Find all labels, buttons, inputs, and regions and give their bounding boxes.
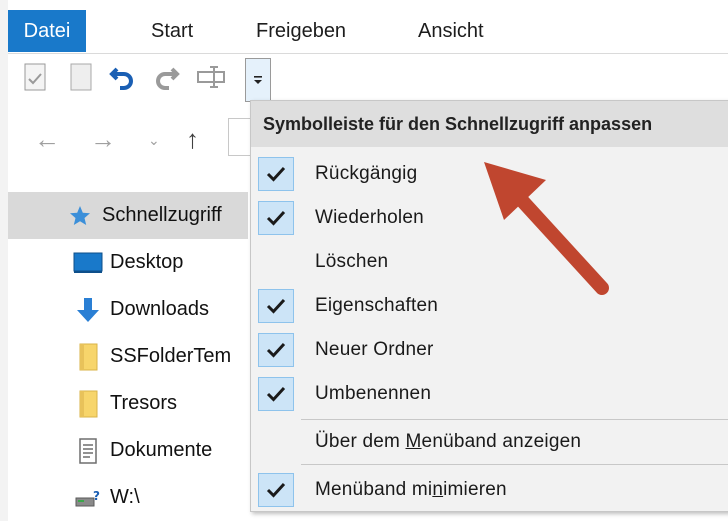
address-box[interactable] xyxy=(228,118,251,156)
quick-access-toolbar xyxy=(8,54,728,104)
menu-item-minimize-ribbon[interactable]: Menüband minimieren xyxy=(251,468,728,511)
nav-item-label: Tresors xyxy=(110,392,178,414)
menu-item-label: Wiederholen xyxy=(315,207,424,228)
documents-icon xyxy=(72,435,104,467)
tab-freigeben[interactable]: Freigeben xyxy=(238,10,364,52)
recent-locations-icon[interactable]: ⌄ xyxy=(148,132,160,149)
nav-item-dokumente[interactable]: Dokumente xyxy=(8,427,248,474)
menu-item-label: Über dem Menüband anzeigen xyxy=(315,431,582,452)
checkmark-icon xyxy=(258,473,294,507)
redo-icon[interactable] xyxy=(151,62,181,92)
checkmark-icon xyxy=(258,333,294,367)
checkmark-icon xyxy=(258,201,294,235)
nav-item-downloads[interactable]: Downloads xyxy=(8,286,248,333)
back-icon[interactable]: ← xyxy=(34,124,60,155)
window-left-edge xyxy=(0,0,8,521)
nav-item-tresors[interactable]: Tresors xyxy=(8,380,248,427)
menu-item-label: Löschen xyxy=(315,251,389,272)
menu-separator xyxy=(301,464,728,465)
ribbon-tabs: Datei Start Freigeben Ansicht xyxy=(8,0,728,54)
rename-icon[interactable] xyxy=(196,62,226,92)
network-drive-icon: ? xyxy=(72,482,104,514)
nav-item-schnellzugriff[interactable]: Schnellzugriff xyxy=(8,192,248,239)
nav-item-ssfoldertem[interactable]: SSFolderTem xyxy=(8,333,248,380)
tab-datei[interactable]: Datei xyxy=(8,10,86,52)
svg-text:?: ? xyxy=(93,489,100,503)
checkmark-icon xyxy=(258,377,294,411)
menu-title: Symbolleiste für den Schnellzugriff anpa… xyxy=(251,101,728,147)
download-icon xyxy=(72,294,104,326)
nav-item-label: SSFolderTem xyxy=(110,345,232,367)
menu-item-label: Eigenschaften xyxy=(315,295,439,316)
menu-item-label: Neuer Ordner xyxy=(315,339,434,360)
nav-item-desktop[interactable]: Desktop xyxy=(8,239,248,286)
forward-icon[interactable]: → xyxy=(90,124,116,155)
folder-icon xyxy=(72,388,104,420)
menu-item-neuer-ordner[interactable]: Neuer Ordner xyxy=(251,328,728,372)
nav-item-label: Downloads xyxy=(110,298,209,320)
star-icon xyxy=(64,200,96,232)
customize-dropdown-icon[interactable] xyxy=(245,58,271,102)
undo-icon[interactable] xyxy=(108,62,138,92)
navigation-pane: Schnellzugriff Desktop Downloads SSFolde… xyxy=(8,168,248,521)
folder-icon xyxy=(72,341,104,373)
desktop-icon xyxy=(72,247,104,279)
menu-item-show-above-ribbon[interactable]: Über dem Menüband anzeigen xyxy=(251,420,728,464)
tab-ansicht[interactable]: Ansicht xyxy=(400,10,502,52)
nav-item-w-drive[interactable]: ? W:\ xyxy=(8,474,248,521)
nav-item-label: Desktop xyxy=(110,251,184,273)
nav-item-label: W:\ xyxy=(110,486,140,508)
up-icon[interactable]: ↑ xyxy=(186,124,199,155)
menu-item-label: Rückgängig xyxy=(315,163,418,184)
checkmark-icon xyxy=(258,289,294,323)
annotation-arrow-icon xyxy=(484,162,609,295)
nav-item-label: Schnellzugriff xyxy=(102,204,222,226)
checkmark-icon xyxy=(258,157,294,191)
properties-icon[interactable] xyxy=(20,62,50,92)
tab-start[interactable]: Start xyxy=(133,10,211,52)
new-folder-icon[interactable] xyxy=(66,62,96,92)
menu-item-label: Menüband minimieren xyxy=(315,479,507,500)
menu-item-umbenennen[interactable]: Umbenennen xyxy=(251,372,728,416)
menu-item-label: Umbenennen xyxy=(315,383,432,404)
nav-item-label: Dokumente xyxy=(110,439,213,461)
